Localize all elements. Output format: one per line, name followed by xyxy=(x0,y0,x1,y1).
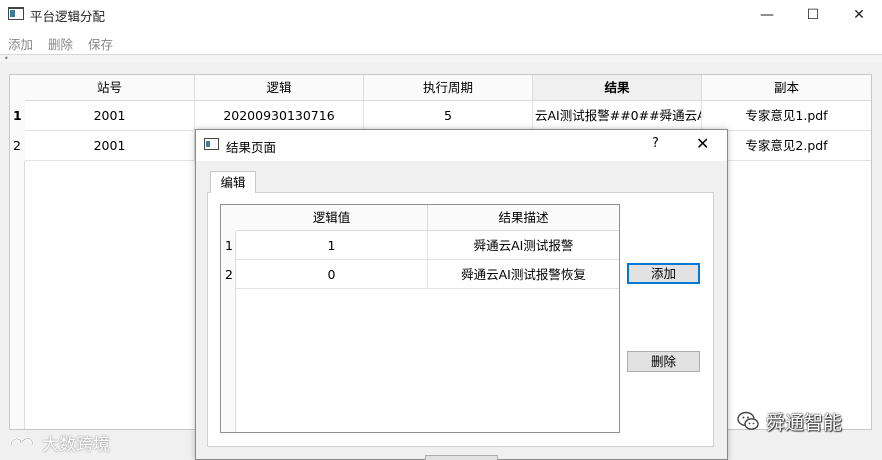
logic-value-table: 逻辑值 结果描述 1 1 舜通云AI测试报警 2 0 舜通云AI测试报警恢复 xyxy=(220,204,620,433)
menu-bar: 添加 删除 保存 xyxy=(0,30,882,54)
dialog-titlebar: 结果页面 ? ✕ xyxy=(196,130,727,161)
dialog-close-button[interactable]: ✕ xyxy=(696,134,709,153)
table-cell[interactable]: 20200930130716 xyxy=(195,101,364,131)
watermark-logo-icon xyxy=(9,437,34,447)
row-header-2[interactable]: 2 xyxy=(10,131,25,161)
close-button[interactable]: ✕ xyxy=(836,0,882,30)
column-header-period[interactable]: 执行周期 xyxy=(364,75,533,101)
column-header-station[interactable]: 站号 xyxy=(25,75,195,101)
menu-save[interactable]: 保存 xyxy=(88,34,113,53)
delete-button[interactable]: 删除 xyxy=(627,351,700,372)
column-header-result[interactable]: 结果 xyxy=(533,75,702,101)
minimize-button[interactable]: — xyxy=(744,0,790,30)
column-header-copy[interactable]: 副本 xyxy=(702,75,871,101)
row-header-1[interactable]: 1 xyxy=(10,101,25,131)
help-button[interactable]: ? xyxy=(652,136,659,151)
dialog-title: 结果页面 xyxy=(226,140,277,155)
table-cell[interactable]: 2001 xyxy=(25,131,195,161)
column-header-logic-value[interactable]: 逻辑值 xyxy=(236,205,428,231)
watermark-left: 大数跨境 xyxy=(42,435,110,455)
watermark-right: 舜通智能 xyxy=(766,412,843,434)
inner-table-corner[interactable] xyxy=(221,205,236,231)
table-cell[interactable]: 2001 xyxy=(25,101,195,131)
table-cell[interactable]: 舜通云AI测试报警恢复 xyxy=(428,260,619,289)
inner-row-header-1[interactable]: 1 xyxy=(221,231,236,260)
menu-add[interactable]: 添加 xyxy=(8,34,33,53)
column-header-result-desc[interactable]: 结果描述 xyxy=(428,205,619,231)
app-window-icon xyxy=(8,7,24,20)
dialog-window-icon xyxy=(204,138,219,150)
toolbar-grip[interactable]: • xyxy=(4,55,9,63)
maximize-button[interactable]: ☐ xyxy=(790,0,836,30)
tab-edit[interactable]: 编辑 xyxy=(210,171,256,193)
add-button[interactable]: 添加 xyxy=(627,263,700,284)
dialog-bottom-button[interactable] xyxy=(425,455,498,460)
table-cell[interactable]: 5 xyxy=(364,101,533,131)
window-titlebar: 平台逻辑分配 — ☐ ✕ xyxy=(0,0,882,30)
table-cell[interactable]: 1 xyxy=(236,231,428,260)
table-cell[interactable]: 0 xyxy=(236,260,428,289)
toolbar-strip: • xyxy=(0,54,882,63)
window-title: 平台逻辑分配 xyxy=(30,9,106,24)
wechat-icon xyxy=(737,411,759,430)
table-cell[interactable]: 舜通云AI测试报警 xyxy=(428,231,619,260)
inner-row-header-2[interactable]: 2 xyxy=(221,260,236,289)
table-cell[interactable]: 专家意见1.pdf xyxy=(702,101,871,131)
table-corner[interactable] xyxy=(10,75,25,101)
menu-delete[interactable]: 删除 xyxy=(48,34,73,53)
table-cell-result[interactable]: 云AI测试报警##0##舜通云AI测 xyxy=(533,101,702,131)
result-dialog: 结果页面 ? ✕ 编辑 逻辑值 结果描述 1 1 舜通云AI测试报警 2 0 舜… xyxy=(195,129,728,460)
column-header-logic[interactable]: 逻辑 xyxy=(195,75,364,101)
